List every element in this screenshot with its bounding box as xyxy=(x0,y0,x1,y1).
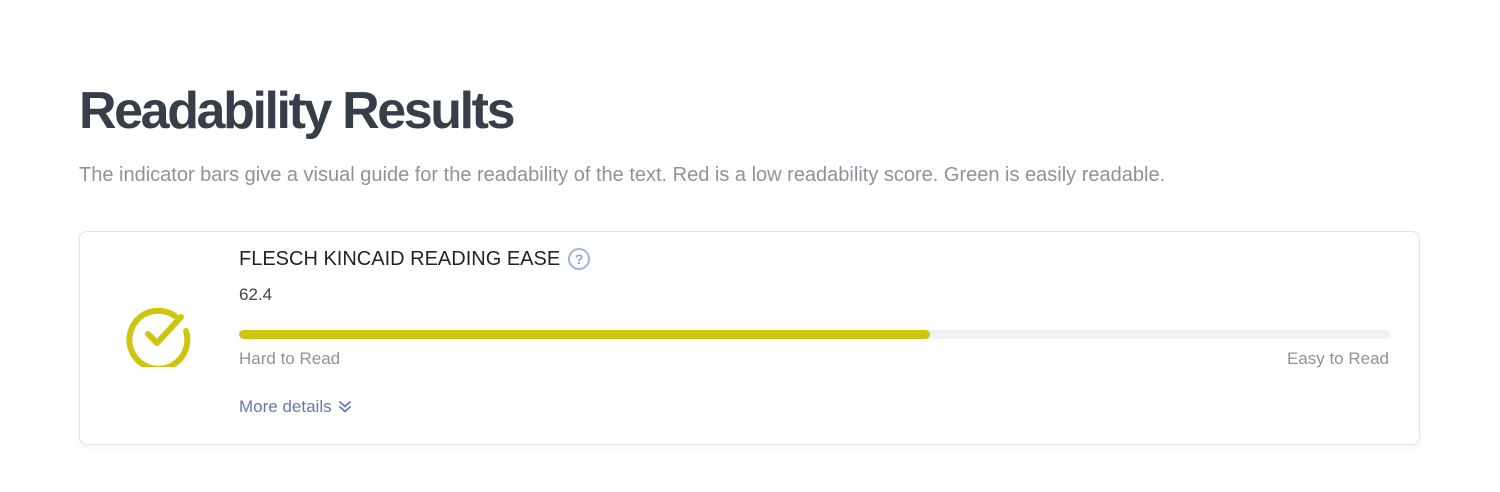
readability-progress-bar xyxy=(239,330,1390,339)
double-chevron-down-icon xyxy=(338,401,351,413)
scale-label-hard: Hard to Read xyxy=(239,349,341,368)
metric-title: FLESCH KINCAID READING EASE xyxy=(239,247,561,270)
page-title: Readability Results xyxy=(79,82,516,140)
metric-score: 62.4 xyxy=(239,285,273,304)
page-subtitle: The indicator bars give a visual guide f… xyxy=(79,164,1166,186)
question-circle-icon[interactable]: ? xyxy=(568,248,591,270)
metric-header: FLESCH KINCAID READING EASE ? xyxy=(239,246,591,272)
more-details-link[interactable]: More details xyxy=(239,397,352,417)
more-details-label: More details xyxy=(239,397,332,416)
readability-progress-fill xyxy=(239,330,930,339)
scale-label-easy: Easy to Read xyxy=(1286,349,1389,368)
readability-card: FLESCH KINCAID READING EASE ? 62.4 Hard … xyxy=(79,231,1420,445)
check-circle-icon xyxy=(126,307,191,367)
